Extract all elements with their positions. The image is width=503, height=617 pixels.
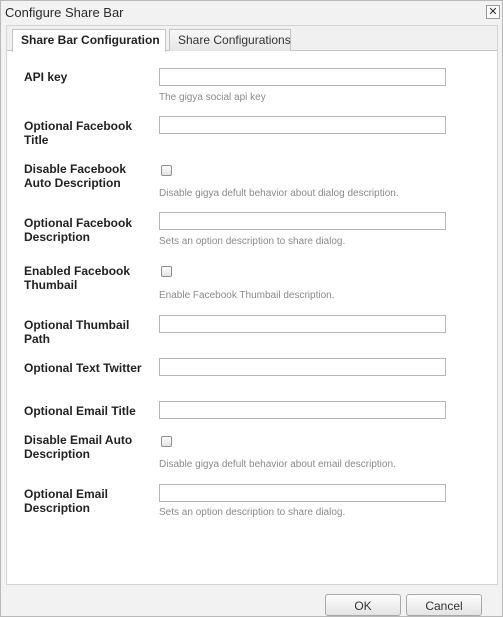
email-title-label: Optional Email Title	[24, 404, 136, 418]
thumbail-path-input[interactable]	[159, 315, 446, 333]
dialog-titlebar[interactable]: Configure Share Bar ✕	[1, 1, 502, 24]
facebook-title-label: Optional Facebook Title	[24, 119, 133, 147]
disable-email-auto-description-checkbox[interactable]	[161, 436, 172, 447]
configure-share-bar-dialog: Configure Share Bar ✕ Share Bar Configur…	[0, 0, 503, 617]
email-description-label: Optional Email Description	[24, 487, 109, 515]
api-key-label: API key	[24, 70, 68, 84]
close-icon[interactable]: ✕	[486, 5, 500, 19]
facebook-description-input[interactable]	[159, 212, 446, 230]
email-title-input[interactable]	[159, 401, 446, 419]
facebook-description-help: Sets an option description to share dial…	[159, 236, 346, 247]
facebook-description-label: Optional Facebook Description	[24, 216, 133, 244]
email-description-help: Sets an option description to share dial…	[159, 507, 346, 518]
disable-email-auto-description-help: Disable gigya defult behavior about emai…	[159, 459, 396, 470]
dialog-body: Share Bar Configuration Share Configurat…	[6, 25, 498, 585]
tab-share-configurations[interactable]: Share Configurations	[169, 29, 291, 51]
tab-strip: Share Bar Configuration Share Configurat…	[7, 26, 497, 52]
disable-email-auto-description-label: Disable Email Auto Description	[24, 433, 133, 461]
text-twitter-label: Optional Text Twitter	[24, 361, 142, 375]
thumbail-path-label: Optional Thumbail Path	[24, 318, 130, 346]
ok-button[interactable]: OK	[325, 594, 401, 616]
dialog-title: Configure Share Bar	[5, 5, 124, 20]
tab-share-bar-configuration[interactable]: Share Bar Configuration	[12, 29, 166, 52]
enabled-facebook-thumbail-checkbox[interactable]	[161, 266, 172, 277]
disable-facebook-auto-description-help: Disable gigya defult behavior about dial…	[159, 188, 399, 199]
enabled-facebook-thumbail-label: Enabled Facebook Thumbail	[24, 264, 131, 292]
cancel-button[interactable]: Cancel	[406, 594, 482, 616]
disable-facebook-auto-description-checkbox[interactable]	[161, 165, 172, 176]
disable-facebook-auto-description-label: Disable Facebook Auto Description	[24, 162, 127, 190]
enabled-facebook-thumbail-help: Enable Facebook Thumbail description.	[159, 290, 335, 301]
api-key-input[interactable]	[159, 68, 446, 86]
facebook-title-input[interactable]	[159, 116, 446, 134]
email-description-input[interactable]	[159, 484, 446, 502]
api-key-help: The gigya social api key	[159, 92, 266, 103]
text-twitter-input[interactable]	[159, 358, 446, 376]
